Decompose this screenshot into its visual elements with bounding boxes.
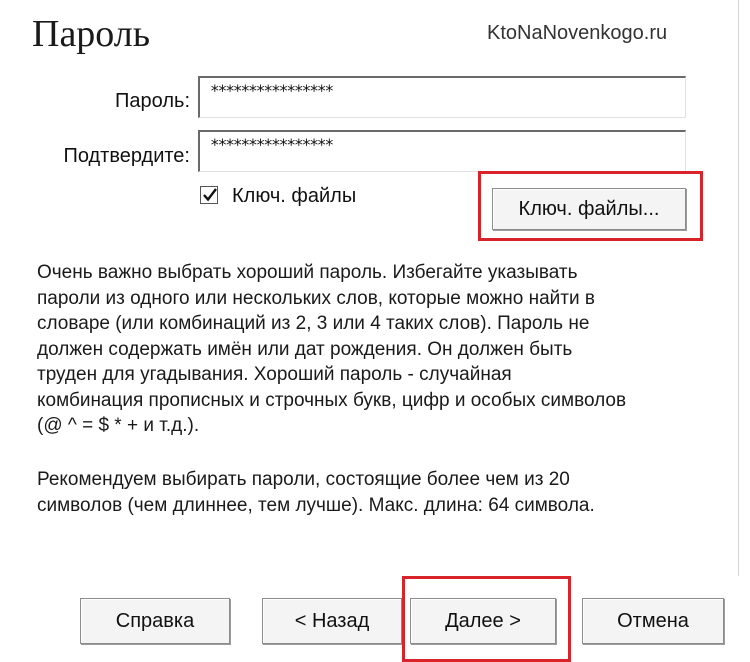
dialog-content: Пароль KtoNaNovenkogo.ru Пароль: *******…	[0, 0, 739, 576]
confirm-label: Подтвердите:	[63, 145, 190, 167]
password-label: Пароль:	[115, 90, 190, 112]
help-button[interactable]: Справка	[80, 598, 230, 644]
password-advice-text: Очень важно выбрать хороший пароль. Избе…	[37, 262, 627, 436]
keyfiles-checkbox[interactable]	[200, 186, 218, 204]
site-watermark: KtoNaNovenkogo.ru	[487, 22, 668, 44]
page-title: Пароль	[32, 13, 151, 55]
keyfiles-checkbox-label[interactable]: Ключ. файлы	[232, 185, 356, 208]
checkmark-icon	[203, 188, 217, 202]
cancel-button[interactable]: Отмена	[582, 598, 724, 644]
password-field[interactable]: ****************	[198, 76, 686, 118]
keyfiles-highlight-frame	[478, 171, 703, 241]
back-button[interactable]: < Назад	[262, 598, 402, 644]
password-length-text: Рекомендуем выбирать пароли, состоящие б…	[37, 469, 595, 516]
confirm-password-field[interactable]: ****************	[198, 130, 686, 172]
wizard-page: Пароль KtoNaNovenkogo.ru Пароль: *******…	[0, 0, 750, 662]
next-highlight-frame	[402, 576, 571, 662]
